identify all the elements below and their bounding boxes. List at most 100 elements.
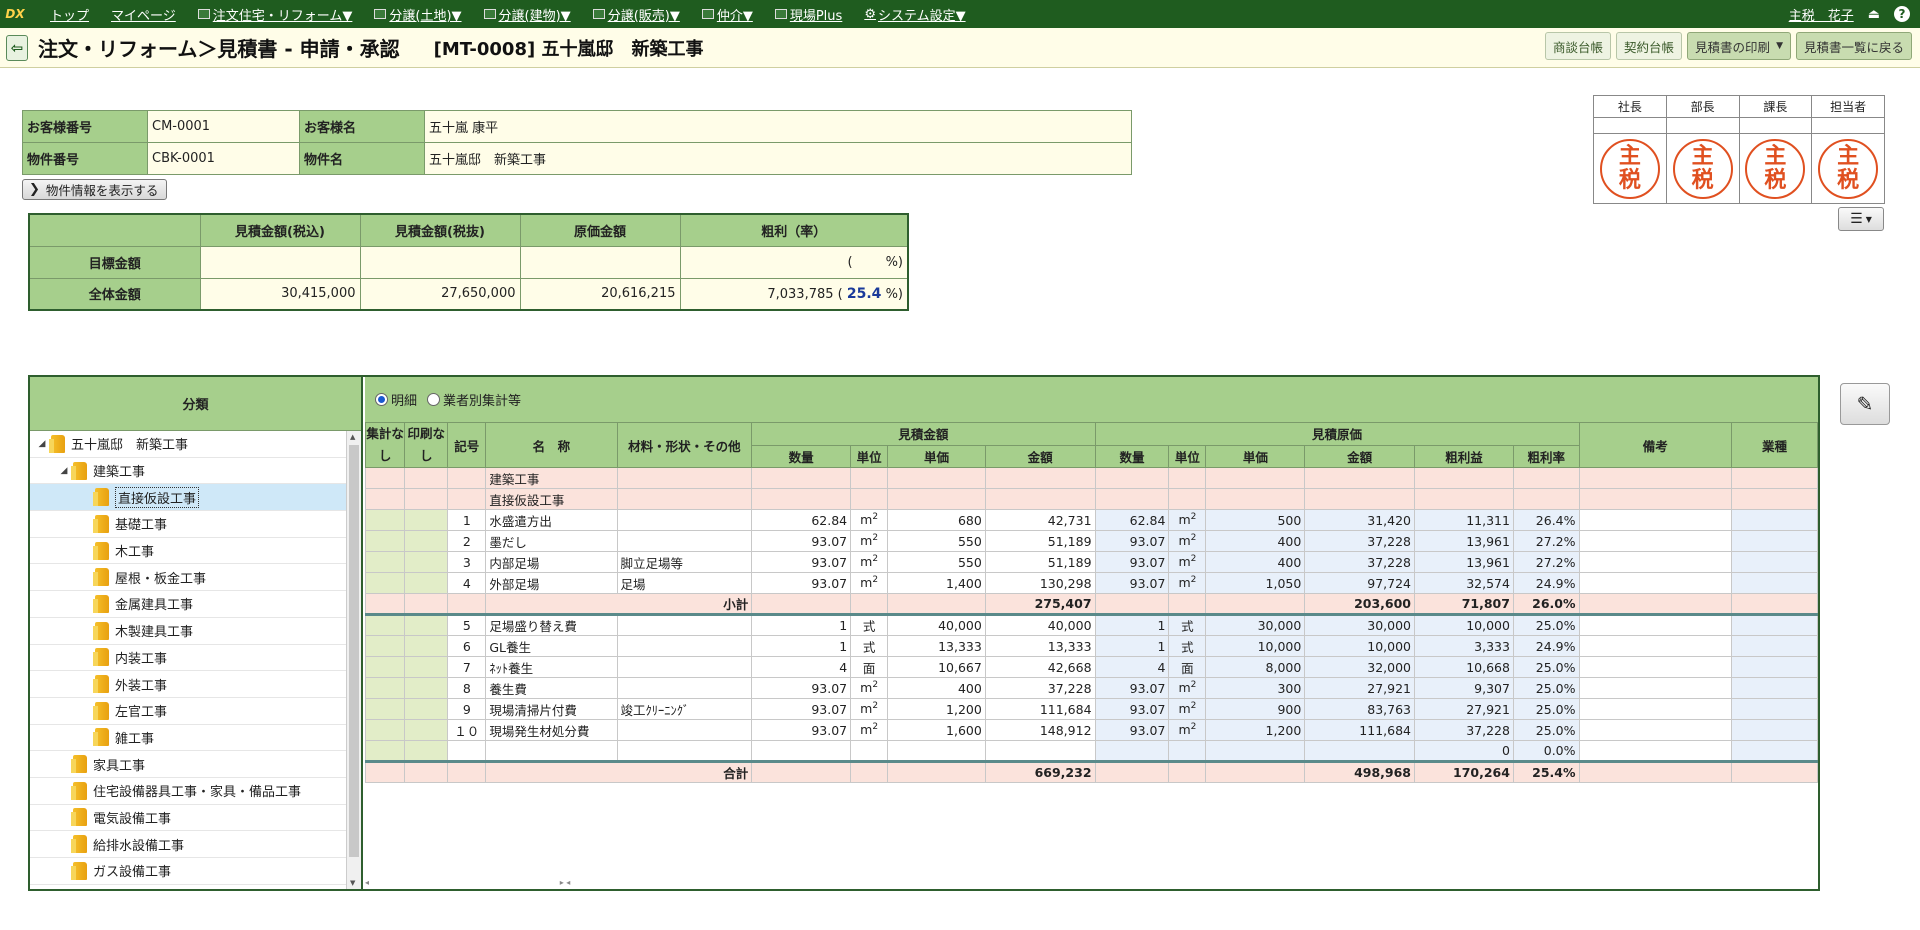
row-rate[interactable]: 27.2% xyxy=(1512,530,1580,552)
row-cell[interactable] xyxy=(850,488,889,510)
row-no-print[interactable] xyxy=(404,740,449,762)
row-number[interactable]: 7 xyxy=(447,656,487,678)
table-row[interactable]: 1 水盛遣方出 62.84 m2 680 42,731 62.84 m2 500 31,420 11… xyxy=(364,509,1818,531)
row-cost-quantity[interactable]: 93.07 xyxy=(1094,530,1170,552)
row-name[interactable]: 足場盛り替え費 xyxy=(485,613,618,636)
row-no-print[interactable] xyxy=(404,613,449,636)
table-row[interactable]: 3 内部足場 脚立足場等 93.07 m2 550 51,189 93.07 m2 400 37,2… xyxy=(364,551,1818,573)
row-cost-quantity[interactable]: 93.07 xyxy=(1094,572,1170,594)
tree-node[interactable]: 外装工事 xyxy=(30,671,346,698)
row-cost-quantity[interactable]: 93.07 xyxy=(1094,551,1170,573)
row-profit[interactable]: 170,264 xyxy=(1414,760,1514,783)
row-trade[interactable] xyxy=(1731,551,1818,573)
row-trade[interactable] xyxy=(1731,530,1818,552)
row-cell[interactable] xyxy=(404,488,449,510)
row-number[interactable]: 2 xyxy=(447,530,487,552)
row-cost-unit-price[interactable]: 400 xyxy=(1205,551,1306,573)
row-quantity[interactable]: 93.07 xyxy=(751,572,852,594)
row-no-print[interactable] xyxy=(404,698,449,720)
row-cost-unit-price[interactable]: 1,200 xyxy=(1205,719,1306,741)
row-quantity[interactable]: 62.84 xyxy=(751,509,852,531)
logout-icon[interactable]: ⏏ xyxy=(1868,7,1880,22)
row-cost-unit[interactable]: m2 xyxy=(1168,509,1207,531)
row-cost-unit[interactable] xyxy=(1168,740,1207,762)
row-cell[interactable] xyxy=(1578,488,1733,510)
row-unit-price[interactable]: 40,000 xyxy=(887,613,986,636)
row-quantity[interactable]: 93.07 xyxy=(751,530,852,552)
row-cell[interactable] xyxy=(1578,593,1733,615)
row-material[interactable] xyxy=(616,613,753,636)
row-remarks[interactable] xyxy=(1578,613,1733,636)
row-material[interactable] xyxy=(616,656,753,678)
row-unit[interactable]: m2 xyxy=(850,719,889,741)
row-cost-amount[interactable]: 31,420 xyxy=(1304,509,1415,531)
row-cost-quantity[interactable]: 93.07 xyxy=(1094,719,1170,741)
row-profit[interactable]: 27,921 xyxy=(1414,698,1514,720)
row-cost-unit[interactable]: m2 xyxy=(1168,572,1207,594)
table-row[interactable]: 6 GL養生 1 式 13,333 13,333 1 式 10,000 10,000 3,333 24… xyxy=(364,635,1818,657)
row-number[interactable] xyxy=(447,740,487,762)
row-rate[interactable]: 25.0% xyxy=(1512,613,1580,636)
back-arrow-icon[interactable]: ⇦ xyxy=(6,34,28,61)
grid-horizontal-scrollbar[interactable]: ◂ ▸ ◂ xyxy=(365,878,1818,888)
row-material[interactable] xyxy=(616,530,753,552)
row-unit-price[interactable]: 13,333 xyxy=(887,635,986,657)
row-trade[interactable] xyxy=(1731,635,1818,657)
row-name[interactable]: 墨だし xyxy=(485,530,618,552)
row-amount[interactable]: 130,298 xyxy=(984,572,1096,594)
tree-node[interactable]: 木製建具工事 xyxy=(30,618,346,645)
row-cell[interactable] xyxy=(850,467,889,489)
row-no-aggregate[interactable] xyxy=(364,635,406,657)
table-row[interactable]: 0 0.0% xyxy=(364,740,1818,762)
row-cell[interactable] xyxy=(1205,467,1306,489)
row-cost-unit[interactable]: m2 xyxy=(1168,530,1207,552)
row-cell[interactable] xyxy=(1168,467,1207,489)
tree-node[interactable]: 左官工事 xyxy=(30,698,346,725)
row-cell[interactable] xyxy=(1304,467,1415,489)
row-profit[interactable]: 32,574 xyxy=(1414,572,1514,594)
tree-node[interactable]: 屋根・板金工事 xyxy=(30,564,346,592)
row-cell[interactable] xyxy=(364,593,406,615)
row-rate[interactable]: 25.0% xyxy=(1512,698,1580,720)
table-row[interactable]: 4 外部足場 足場 93.07 m2 1,400 130,298 93.07 m2 1,050 97… xyxy=(364,572,1818,594)
row-number[interactable]: 1 xyxy=(447,509,487,531)
row-no-print[interactable] xyxy=(404,530,449,552)
row-cell[interactable] xyxy=(364,488,406,510)
table-row[interactable]: 直接仮設工事 xyxy=(364,488,1818,510)
nav-item[interactable]: 分譲(土地)▼ xyxy=(374,5,462,24)
row-cell[interactable] xyxy=(616,467,753,489)
row-label[interactable]: 小計 xyxy=(485,593,753,615)
tree-node[interactable]: ガス設備工事 xyxy=(30,858,346,885)
row-cell[interactable] xyxy=(1731,488,1818,510)
tree-node[interactable]: 家具工事 xyxy=(30,751,346,778)
row-material[interactable]: 脚立足場等 xyxy=(616,551,753,573)
row-name[interactable]: 水盛遣方出 xyxy=(485,509,618,531)
row-amount[interactable]: 51,189 xyxy=(984,530,1096,552)
tree-node[interactable]: 内装工事 xyxy=(30,645,346,672)
edit-button[interactable]: ✎ xyxy=(1840,383,1890,425)
row-name[interactable]: 現場清掃片付費 xyxy=(485,698,618,720)
table-row[interactable]: 5 足場盛り替え費 1 式 40,000 40,000 1 式 30,000 30,000 10,0… xyxy=(364,613,1818,636)
row-remarks[interactable] xyxy=(1578,677,1733,699)
row-amount[interactable]: 40,000 xyxy=(984,613,1096,636)
row-cost-unit[interactable]: m2 xyxy=(1168,719,1207,741)
row-remarks[interactable] xyxy=(1578,740,1733,762)
row-rate[interactable]: 26.4% xyxy=(1512,509,1580,531)
row-no-aggregate[interactable] xyxy=(364,677,406,699)
row-no-aggregate[interactable] xyxy=(364,719,406,741)
row-number[interactable]: 8 xyxy=(447,677,487,699)
hamburger-menu-button[interactable]: ☰ ▼ xyxy=(1838,207,1884,231)
row-trade[interactable] xyxy=(1731,677,1818,699)
row-cost-amount[interactable]: 27,921 xyxy=(1304,677,1415,699)
row-rate[interactable]: 25.0% xyxy=(1512,677,1580,699)
row-cost-amount[interactable]: 203,600 xyxy=(1304,593,1415,615)
radio-by-vendor[interactable]: 業者別集計等 xyxy=(427,390,521,409)
row-name[interactable]: 外部足場 xyxy=(485,572,618,594)
nav-item[interactable]: 現場Plus xyxy=(774,5,842,24)
row-unit[interactable]: m2 xyxy=(850,551,889,573)
row-name[interactable]: 建築工事 xyxy=(485,467,618,489)
user-name-link[interactable]: 主税 花子 xyxy=(1789,5,1854,24)
row-number[interactable]: 4 xyxy=(447,572,487,594)
tree-node[interactable]: 直接仮設工事 xyxy=(30,484,346,512)
table-row[interactable]: 8 養生費 93.07 m2 400 37,228 93.07 m2 300 27,921 9,30… xyxy=(364,677,1818,699)
